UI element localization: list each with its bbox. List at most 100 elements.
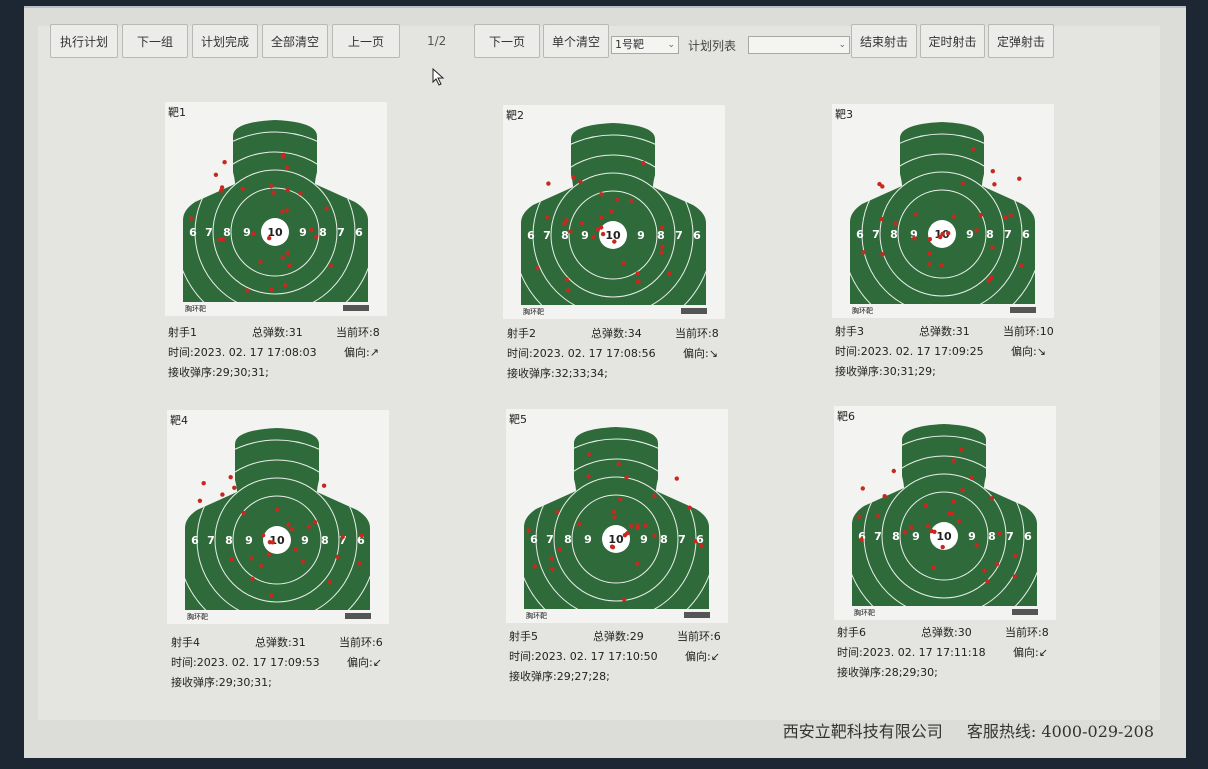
- hit-marker: [577, 522, 582, 527]
- ring-number-label: 8: [321, 534, 329, 547]
- target-title: 靶5: [509, 413, 527, 426]
- plan-list-select[interactable]: ⌄: [748, 36, 850, 54]
- hit-marker: [891, 468, 896, 474]
- total-rounds-value: :31: [285, 326, 303, 339]
- prev-page-button[interactable]: 上一页: [332, 24, 400, 58]
- ring-number-label: 7: [1004, 228, 1012, 241]
- end-shooting-button[interactable]: 结束射击: [851, 24, 917, 58]
- customer-hotline: 客服热线: 4000-029-208: [966, 722, 1154, 741]
- current-ring-label: 当前环: [339, 636, 372, 649]
- hit-marker: [622, 533, 628, 538]
- plan-list-label: 计划列表: [688, 39, 737, 53]
- shooter-name: 射手4: [171, 636, 200, 649]
- hit-marker: [284, 165, 290, 171]
- receive-order-label: 接收弹序: [171, 676, 215, 689]
- target-type-label: 胸环靶: [852, 306, 873, 315]
- time-value: :2023. 02. 17 17:09:53: [193, 656, 320, 669]
- ring-number-label: 8: [660, 533, 668, 546]
- target-2[interactable]: 6 7 8 9 10 9 8 7 6 胸环靶 靶2: [503, 105, 725, 319]
- ring-number-label: 6: [189, 226, 197, 239]
- target-select[interactable]: 1号靶 ⌄: [611, 36, 679, 54]
- timed-shooting-button[interactable]: 定时射击: [920, 24, 985, 58]
- receive-order-value: :28;29;30;: [881, 666, 938, 679]
- hit-marker: [699, 543, 704, 549]
- shooter-name: 射手1: [168, 326, 197, 339]
- total-rounds-value: :30: [954, 626, 972, 639]
- hit-marker: [959, 447, 964, 452]
- current-ring-label: 当前环: [1005, 626, 1038, 639]
- time-label: 时间: [837, 646, 859, 659]
- next-group-button[interactable]: 下一组: [122, 24, 188, 58]
- plan-done-button[interactable]: 计划完成: [192, 24, 258, 58]
- hit-marker: [674, 476, 679, 481]
- ring-number-label: 9: [966, 228, 974, 241]
- ring-number-label: 9: [637, 229, 645, 242]
- hit-marker: [232, 485, 237, 490]
- ring-number-label: 8: [561, 229, 569, 242]
- hit-marker: [545, 214, 550, 220]
- hit-marker: [994, 562, 1000, 567]
- hit-marker: [939, 262, 944, 268]
- hit-marker: [312, 519, 318, 525]
- hit-marker: [693, 539, 698, 544]
- total-rounds-value: :29: [626, 630, 644, 643]
- target-1[interactable]: 6 7 8 9 10 9 8 7 6 胸环靶 靶1: [165, 102, 387, 316]
- chest-ring-target-graphic: 6789109876胸环靶: [185, 428, 371, 621]
- clear-all-button[interactable]: 全部清空: [262, 24, 328, 58]
- hit-marker: [271, 190, 276, 195]
- chevron-down-icon: ⌄: [667, 40, 675, 50]
- target-5[interactable]: 6 7 8 9 10 9 8 7 6 胸环靶 靶5: [506, 409, 728, 623]
- deviation-arrow-icon: :↗: [366, 346, 379, 359]
- clear-single-button[interactable]: 单个清空: [543, 24, 609, 58]
- ring-number-label: 9: [640, 533, 648, 546]
- hit-marker: [687, 505, 692, 510]
- target-info-4: 射手4 总弹数:31 当前环:6 时间:2023. 02. 17 17:09:53 偏向…: [171, 634, 411, 694]
- hit-marker: [1003, 215, 1008, 220]
- hit-marker: [667, 271, 672, 276]
- ring-number-label: 9: [245, 534, 253, 547]
- receive-order-label: 接收弹序: [168, 366, 212, 379]
- hit-marker: [267, 236, 272, 241]
- execute-plan-button[interactable]: 执行计划: [50, 24, 118, 58]
- ring-number-label: 6: [527, 229, 535, 242]
- hit-marker: [286, 522, 291, 527]
- hit-marker: [660, 225, 665, 230]
- target-type-label: 胸环靶: [523, 307, 544, 316]
- target-4[interactable]: 6 7 8 9 10 9 8 7 6 胸环靶 靶4: [167, 410, 389, 624]
- chest-ring-target-graphic: 6789109876胸环靶: [183, 120, 369, 313]
- ring-number-label: 9: [299, 226, 307, 239]
- hit-marker: [258, 259, 263, 265]
- hit-marker: [659, 250, 664, 255]
- hit-marker: [635, 561, 640, 567]
- ring-number-label: 9: [581, 229, 589, 242]
- deviation-arrow-icon: :↙: [369, 656, 382, 669]
- footer: 西安立靶科技有限公司 客服热线: 4000-029-208: [783, 718, 1154, 742]
- ring-number-label: 8: [892, 530, 900, 543]
- hit-marker: [636, 279, 641, 285]
- deviation-arrow-icon: :↘: [705, 347, 718, 360]
- hit-marker: [359, 533, 364, 538]
- hit-marker: [982, 568, 987, 573]
- hit-marker: [266, 552, 272, 557]
- chest-ring-target-graphic: 6789109876胸环靶: [524, 427, 710, 620]
- hit-marker: [221, 237, 226, 242]
- hit-marker: [579, 220, 585, 226]
- time-value: :2023. 02. 17 17:08:03: [190, 346, 317, 359]
- target-info-5: 射手5 总弹数:29 当前环:6 时间:2023. 02. 17 17:10:50 偏向…: [509, 628, 749, 688]
- next-page-button[interactable]: 下一页: [474, 24, 540, 58]
- ring-number-label: 6: [1022, 228, 1030, 241]
- hit-marker: [876, 513, 881, 519]
- hit-marker: [229, 557, 234, 562]
- target-6[interactable]: 6 7 8 9 10 9 8 7 6 胸环靶 靶6: [834, 406, 1056, 620]
- hit-marker: [293, 547, 299, 552]
- hit-marker: [564, 277, 569, 282]
- deviation-label: 偏向: [347, 656, 369, 669]
- hit-marker: [285, 188, 290, 193]
- hit-marker: [879, 216, 884, 222]
- target-select-value: 1号靶: [615, 38, 644, 51]
- target-3[interactable]: 6789109876胸环靶靶3: [832, 104, 1054, 318]
- fixed-rounds-shooting-button[interactable]: 定弹射击: [988, 24, 1054, 58]
- target-title: 靶3: [835, 108, 853, 121]
- ring-number-label: 8: [564, 533, 572, 546]
- ring-number-label: 8: [225, 534, 233, 547]
